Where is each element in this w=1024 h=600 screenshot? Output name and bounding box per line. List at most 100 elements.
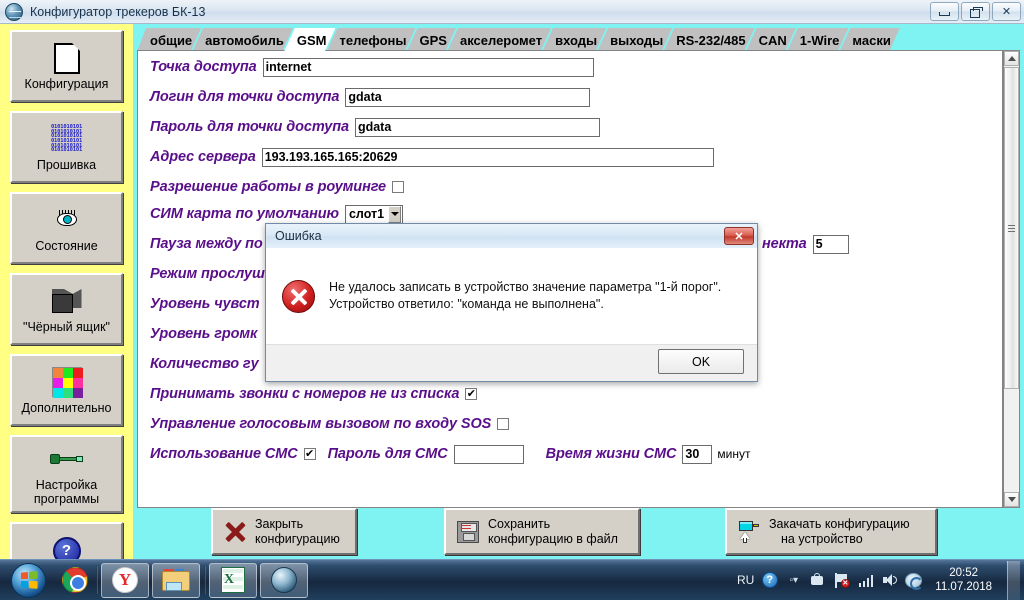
tray-action-center-icon[interactable]: ✕ [833,572,850,589]
window-title: Конфигуратор трекеров БК-13 [30,5,205,19]
tab-label: CAN [759,33,787,48]
taskbar-item-explorer[interactable] [152,563,200,598]
content-vertical-scrollbar[interactable] [1003,50,1020,508]
voice-sos-checkbox[interactable] [497,418,509,430]
excel-icon: X [221,567,245,593]
tray-show-hidden-icon[interactable]: ▫▾ [785,572,802,589]
close-button[interactable]: ✕ [992,2,1021,21]
listen-mode-label: Режим прослуш [150,266,265,282]
tray-network-signal-icon[interactable] [857,572,874,589]
error-dialog-ok-button[interactable]: OK [658,349,744,374]
tab-telefony[interactable]: телефоны [326,28,415,52]
access-point-input[interactable]: internet [263,58,594,77]
scrollbar-grip-icon [1008,225,1015,232]
sidebar-item-label-line1: Настройка [36,478,98,492]
upload-configuration-button[interactable]: Закачать конфигурацию на устройство [725,508,937,555]
error-dialog-close-button[interactable]: ✕ [724,227,754,245]
scrollbar-thumb[interactable] [1004,67,1019,389]
taskbar-item-yandex[interactable]: Y [101,563,149,598]
floppy-save-icon [455,521,481,543]
sidebar-item-configuration[interactable]: Конфигурация [10,30,123,102]
sms-password-input[interactable] [454,445,524,464]
access-login-label: Логин для точки доступа [150,89,339,105]
server-address-input[interactable]: 193.193.165.165:20629 [262,148,714,167]
sidebar-item-firmware[interactable]: 0101010101010101010101010101010101010101… [10,111,123,183]
minimize-button[interactable] [930,2,959,21]
pause-attempts-input[interactable]: 5 [813,235,849,254]
sidebar-item-label: Состояние [35,239,97,253]
tab-can[interactable]: CAN [746,28,796,52]
sensitivity-label: Уровень чувст [150,296,260,312]
app-globe-icon [271,567,297,593]
access-login-input[interactable]: gdata [345,88,590,107]
tray-help-icon[interactable]: ? [761,572,778,589]
tab-vkhody[interactable]: входы [542,28,606,52]
taskbar-item-configurator[interactable] [260,563,308,598]
sidebar-item-additional[interactable]: Дополнительно [10,354,123,426]
access-password-input[interactable]: gdata [355,118,600,137]
tab-label: общие [150,33,192,48]
error-message-line1: Не удалось записать в устройство значени… [329,279,721,296]
sidebar-item-black-box[interactable]: "Чёрный ящик" [10,273,123,345]
taskbar-item-excel[interactable]: X [209,563,257,598]
tab-maski[interactable]: маски [839,28,899,52]
access-point-label: Точка доступа [150,59,257,75]
roaming-checkbox[interactable] [392,181,404,193]
chevron-down-icon[interactable] [388,206,401,223]
sidebar-item-label-line2: программы [34,492,99,506]
tab-gps[interactable]: GPS [407,28,456,52]
sms-lifetime-input[interactable]: 30 [682,445,712,464]
tab-1-wire[interactable]: 1-Wire [787,28,849,52]
binary-icon-text: 0101010101010101010101010101010101010101… [51,125,82,153]
roaming-label: Разрешение работы в роуминге [150,179,386,195]
sidebar-item-label: "Чёрный ящик" [23,320,110,334]
close-configuration-button[interactable]: Закрыть конфигурацию [211,508,357,555]
sidebar-item-label: Прошивка [37,158,96,172]
tray-volume-icon[interactable] [881,572,898,589]
upload-device-icon [736,520,762,544]
tab-label: RS-232/485 [676,33,745,48]
scroll-down-button[interactable] [1004,492,1019,507]
language-indicator[interactable]: RU [737,573,754,587]
volume-label: Уровень громк [150,326,257,342]
clock-time: 20:52 [935,566,992,580]
sidebar-item-state[interactable]: Состояние [10,192,123,264]
save-configuration-button[interactable]: Сохранить конфигурацию в файл [444,508,640,555]
tray-sync-icon[interactable] [905,572,922,589]
start-button[interactable] [1,561,55,600]
window-titlebar: Конфигуратор трекеров БК-13 ✕ [0,0,1024,24]
scroll-up-button[interactable] [1004,51,1019,66]
server-address-label: Адрес сервера [150,149,256,165]
folder-icon [162,569,190,592]
upload-configuration-line1: Закачать конфигурацию [769,517,910,532]
sidebar-item-program-settings[interactable]: Настройка программы [10,435,123,513]
color-grid-icon [52,365,82,399]
tab-rs232-485[interactable]: RS-232/485 [663,28,754,52]
app-globe-icon [5,3,23,21]
taskbar-item-chrome[interactable] [58,563,92,598]
error-message-line2: Устройство ответило: "команда не выполне… [329,296,721,313]
upload-configuration-line2: на устройство [769,532,910,547]
taskbar-divider-2 [204,566,206,594]
use-sms-checkbox[interactable]: ✔ [304,448,316,460]
default-sim-value: слот1 [346,207,388,221]
clock[interactable]: 20:52 11.07.2018 [929,566,998,594]
tray-safely-remove-icon[interactable] [809,572,826,589]
tab-strip: общие автомобиль GSM телефоны GPS акселе… [137,26,1024,52]
tab-obshchie[interactable]: общие [137,28,201,52]
tab-akselerometr[interactable]: акселеромет [447,28,551,52]
restore-button[interactable] [961,2,990,21]
accept-unknown-checkbox[interactable]: ✔ [465,388,477,400]
save-configuration-line1: Сохранить [488,517,618,532]
show-desktop-button[interactable] [1007,561,1020,600]
tab-avtomobil[interactable]: автомобиль [192,28,293,52]
default-sim-select[interactable]: слот1 [345,205,403,224]
tab-vykhody[interactable]: выходы [597,28,672,52]
document-icon [54,41,80,75]
windows-start-orb-icon [11,563,46,598]
tab-label: выходы [610,33,663,48]
tab-gsm[interactable]: GSM [284,28,336,52]
error-dialog-titlebar: Ошибка ✕ [266,224,757,248]
use-sms-label: Использование СМС [150,446,298,462]
close-configuration-line1: Закрыть [255,517,340,532]
